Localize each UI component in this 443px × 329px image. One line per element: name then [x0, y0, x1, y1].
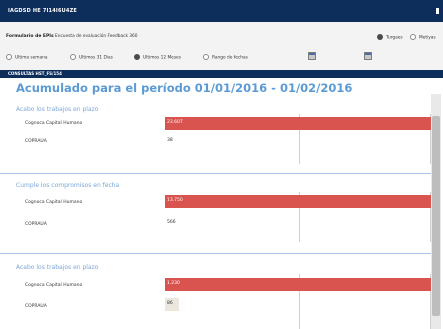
radio-icon[interactable] — [377, 34, 383, 40]
period-last-week[interactable]: Ultima semana — [6, 54, 47, 61]
value-bar: 23.607 — [165, 117, 431, 130]
header-marker-icon — [436, 8, 439, 14]
app-header: IAGDSD HE 7I14I6U4ZE — [0, 0, 443, 22]
value-bar: 566 — [165, 217, 195, 230]
period-last-12-months[interactable]: Ultimos 12 Meses — [134, 54, 181, 61]
section-divider — [0, 173, 431, 174]
form-select[interactable]: Encuesta de evaluación Feedback 360 — [55, 34, 138, 39]
bar-value: 13.750 — [167, 198, 183, 203]
sub-header-label: CONSULTAS HST_FS/154 — [8, 71, 62, 76]
calendar-to-icon[interactable] — [364, 52, 372, 60]
bar-value: 1.230 — [167, 281, 180, 286]
app-title: IAGDSD HE 7I14I6U4ZE — [8, 8, 78, 14]
period-last-31-days[interactable]: Ultimos 31 Dias — [70, 54, 113, 61]
row-label: Cognoca Capital Humano — [25, 200, 83, 205]
row-label: Cognoca Capital Humano — [25, 283, 83, 288]
vertical-scrollbar[interactable] — [431, 94, 441, 329]
radio-icon[interactable] — [70, 54, 76, 60]
radio-icon[interactable] — [410, 34, 416, 40]
section-title: Acabo los trabajos en plazo — [16, 106, 99, 113]
view-option-turgaes[interactable]: Turgaes — [377, 34, 403, 41]
radio-icon[interactable] — [134, 54, 140, 60]
bar-value: 38 — [167, 138, 173, 143]
sub-header: CONSULTAS HST_FS/154 — [0, 70, 443, 78]
bar-value: 566 — [167, 220, 176, 225]
bar-value: 86 — [167, 301, 173, 306]
form-label: Formulario de EPIs — [6, 34, 54, 39]
calendar-from-icon[interactable] — [308, 52, 316, 60]
radio-icon[interactable] — [203, 54, 209, 60]
radio-icon[interactable] — [6, 54, 12, 60]
scrollbar-thumb[interactable] — [432, 116, 440, 316]
section-divider — [0, 253, 431, 254]
period-date-range[interactable]: Rango de fechas — [203, 54, 248, 61]
row-label: COPRAUA — [25, 139, 47, 144]
value-bar: 86 — [165, 298, 179, 311]
row-label: Cognoca Capital Humano — [25, 121, 83, 126]
value-bar: 13.750 — [165, 195, 431, 208]
bar-value: 23.607 — [167, 120, 183, 125]
row-label: COPRAUA — [25, 304, 47, 309]
section-title: Acabo los trabajos en plazo — [16, 264, 99, 271]
section-title: Cumple los compromisos en fecha — [16, 182, 120, 189]
view-option-metiyas[interactable]: Metiyas — [410, 34, 436, 41]
row-label: COPRAUA — [25, 222, 47, 227]
filter-panel — [0, 22, 443, 70]
page-title: Acumulado para el período 01/01/2016 - 0… — [16, 81, 353, 95]
value-bar: 1.230 — [165, 278, 431, 291]
value-bar: 38 — [165, 135, 195, 148]
